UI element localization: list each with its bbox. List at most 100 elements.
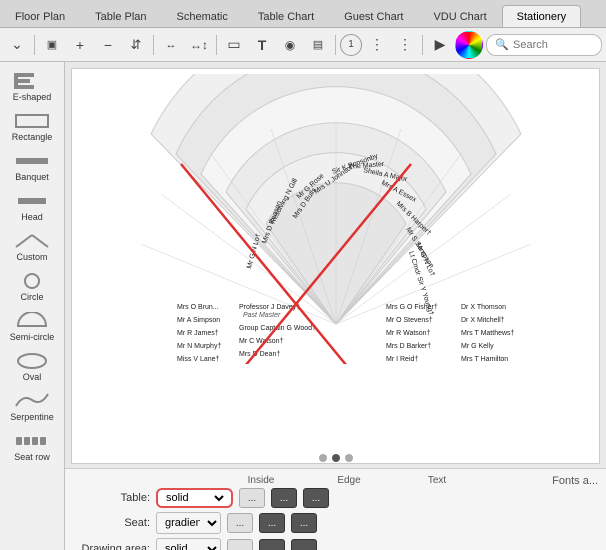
svg-text:Past Master: Past Master: [243, 312, 281, 319]
toolbar-separator-1: [34, 35, 35, 55]
seat-text-btn[interactable]: ...: [291, 513, 317, 533]
sidebar-label-banquet: Banquet: [15, 172, 49, 182]
oval-icon: [14, 352, 50, 370]
page-dot-2[interactable]: [332, 454, 340, 462]
color-btn[interactable]: [455, 31, 483, 59]
svg-text:Mr N Murphy†: Mr N Murphy†: [177, 343, 221, 350]
semicircle-icon: [14, 312, 50, 330]
sidebar-label-head: Head: [21, 212, 43, 222]
sidebar-item-serpentine[interactable]: Serpentine: [4, 388, 60, 426]
page-dot-3[interactable]: [345, 454, 353, 462]
circle-shape-icon: [14, 272, 50, 290]
seat-fill-select[interactable]: gradient solid none: [156, 512, 221, 534]
banquet-icon: [14, 152, 50, 170]
dots-btn[interactable]: ⋮: [392, 32, 418, 58]
ruler-btn[interactable]: ↔: [158, 32, 184, 58]
text-column-header: Text: [412, 475, 462, 486]
drawing-area-fill-select[interactable]: solid gradient none: [156, 538, 221, 550]
table-text-btn[interactable]: ...: [303, 488, 329, 508]
tab-floor-plan[interactable]: Floor Plan: [0, 5, 80, 27]
drawing-area-text-btn[interactable]: ...: [291, 539, 317, 550]
drawing-area-edge-btn[interactable]: ...: [259, 539, 285, 550]
table-fill-select[interactable]: solid gradient none: [162, 491, 227, 505]
seat-inside-btn[interactable]: ...: [227, 513, 253, 533]
sidebar: E-shaped Rectangle Banquet Head Custom: [0, 62, 65, 550]
seat-label: Seat:: [75, 517, 150, 529]
sidebar-label-serpentine: Serpentine: [10, 412, 54, 422]
rectangle-btn[interactable]: ▭: [221, 32, 247, 58]
sidebar-item-semicircle[interactable]: Semi-circle: [4, 308, 60, 346]
sidebar-label-rectangle: Rectangle: [12, 132, 53, 142]
sidebar-item-seatrow[interactable]: Seat row: [4, 428, 60, 466]
svg-text:Mrs O Brun...: Mrs O Brun...: [177, 304, 219, 311]
number-btn[interactable]: 1: [340, 34, 362, 56]
zoom-fit-btn[interactable]: ▣: [39, 32, 65, 58]
svg-text:Mrs D Dean†: Mrs D Dean†: [239, 351, 280, 358]
svg-text:Mrs T Hamilton: Mrs T Hamilton: [461, 356, 508, 363]
seat-fill-row: Seat: gradient solid none ... ... ...: [75, 512, 596, 534]
move-btn[interactable]: ↔↕: [186, 32, 212, 58]
custom-icon: [14, 232, 50, 250]
sidebar-item-rectangle[interactable]: Rectangle: [4, 108, 60, 146]
sidebar-label-semicircle: Semi-circle: [10, 332, 55, 342]
table-fill-row: Table: solid gradient none ... ... ...: [75, 488, 596, 508]
sidebar-label-seatrow: Seat row: [14, 452, 50, 462]
tab-vdu-chart[interactable]: VDU Chart: [418, 5, 501, 27]
seatrow-icon: [14, 432, 50, 450]
search-input[interactable]: [513, 39, 593, 51]
arrow-btn[interactable]: ▶: [427, 32, 453, 58]
panel-column-headers: Inside Edge Text: [75, 475, 596, 486]
drawing-area-label: Drawing area:: [75, 543, 150, 550]
svg-text:Dr X Thomson: Dr X Thomson: [461, 304, 506, 311]
drawing-area-inside-btn[interactable]: ...: [227, 539, 253, 550]
toolbar-separator-2: [153, 35, 154, 55]
svg-text:Mrs D Barker†: Mrs D Barker†: [386, 343, 431, 350]
sidebar-item-banquet[interactable]: Banquet: [4, 148, 60, 186]
tab-stationery[interactable]: Stationery: [502, 5, 582, 27]
svg-text:Dr X Mitchell†: Dr X Mitchell†: [461, 317, 505, 324]
tab-table-plan[interactable]: Table Plan: [80, 5, 161, 27]
svg-text:Mr C Watson†: Mr C Watson†: [239, 338, 284, 345]
fonts-label: Fonts a...: [552, 475, 598, 487]
head-icon: [14, 192, 50, 210]
table-inside-btn[interactable]: ...: [239, 488, 265, 508]
inside-column-header: Inside: [236, 475, 286, 486]
sidebar-item-custom[interactable]: Custom: [4, 228, 60, 266]
tab-guest-chart[interactable]: Guest Chart: [329, 5, 418, 27]
sidebar-item-head[interactable]: Head: [4, 188, 60, 226]
text-btn[interactable]: T: [249, 32, 275, 58]
rectangle-icon: [14, 112, 50, 130]
image-btn[interactable]: ▤: [305, 32, 331, 58]
zoom-out-btn[interactable]: −: [95, 32, 121, 58]
canvas-content: Mrs O Brun... Mr A Simpson Mr R James† M…: [71, 68, 600, 464]
tab-table-chart[interactable]: Table Chart: [243, 5, 329, 27]
svg-text:Mr G N Lo†: Mr G N Lo†: [246, 233, 262, 270]
main-area: E-shaped Rectangle Banquet Head Custom: [0, 62, 606, 550]
shape-btn[interactable]: ◉: [277, 32, 303, 58]
sidebar-item-circle[interactable]: Circle: [4, 268, 60, 306]
sidebar-item-oval[interactable]: Oval: [4, 348, 60, 386]
page-dots: [319, 454, 353, 462]
svg-text:Mr O Stevens†: Mr O Stevens†: [386, 317, 433, 324]
table-edge-btn[interactable]: ...: [271, 488, 297, 508]
page-dot-1[interactable]: [319, 454, 327, 462]
tab-schematic[interactable]: Schematic: [162, 5, 243, 27]
search-icon: 🔍: [495, 38, 509, 51]
search-box: 🔍: [486, 34, 602, 56]
serpentine-icon: [14, 392, 50, 410]
toolbar-separator-4: [335, 35, 336, 55]
svg-text:Mr R Watson†: Mr R Watson†: [386, 330, 431, 337]
zoom-in-btn[interactable]: +: [67, 32, 93, 58]
eshaped-icon: [14, 72, 50, 90]
edge-column-header: Edge: [324, 475, 374, 486]
chevron-down-btn[interactable]: ⌄: [4, 32, 30, 58]
sidebar-item-eshaped[interactable]: E-shaped: [4, 68, 60, 106]
select-btn[interactable]: ⇵: [123, 32, 149, 58]
tab-bar: Floor Plan Table Plan Schematic Table Ch…: [0, 0, 606, 28]
canvas-area: Mrs O Brun... Mr A Simpson Mr R James† M…: [65, 62, 606, 550]
svg-text:Mr I Reid†: Mr I Reid†: [386, 356, 418, 363]
svg-text:Mrs T Matthews†: Mrs T Matthews†: [461, 330, 515, 337]
sidebar-label-oval: Oval: [23, 372, 42, 382]
seat-edge-btn[interactable]: ...: [259, 513, 285, 533]
grid-btn[interactable]: ⋮: [364, 32, 390, 58]
